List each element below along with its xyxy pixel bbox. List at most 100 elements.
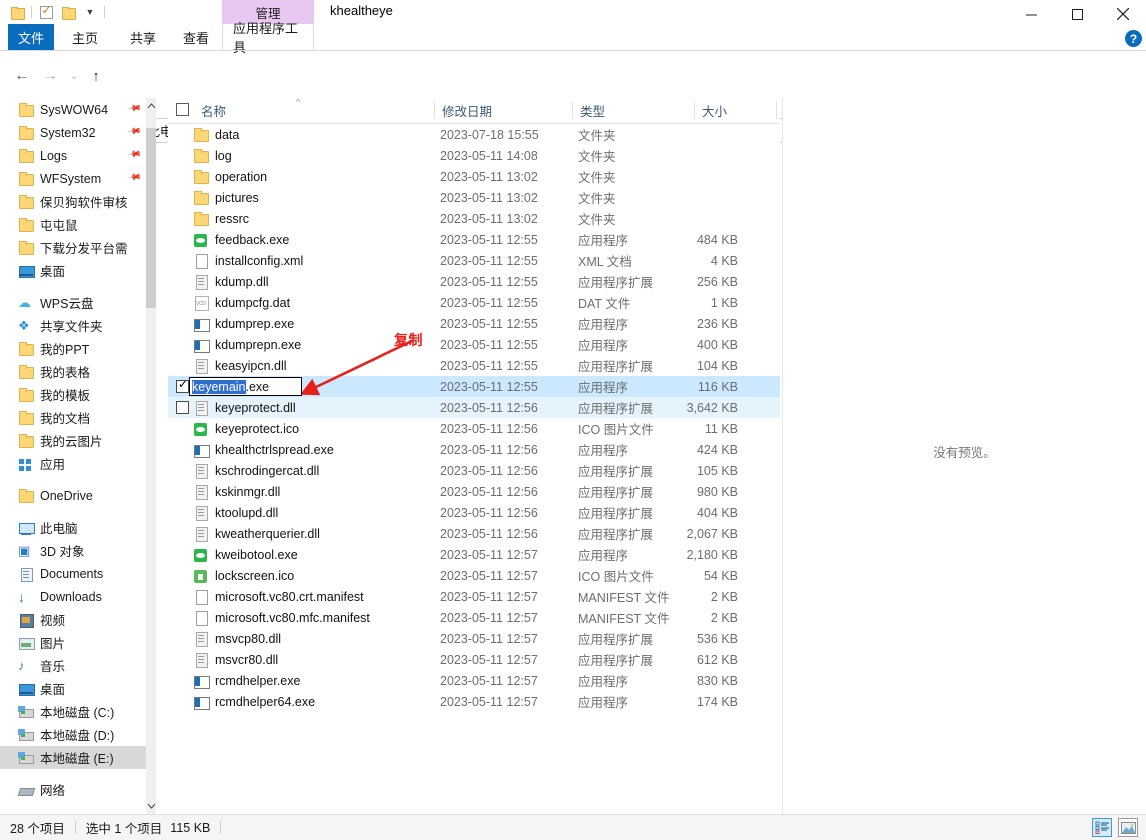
sidebar-item-SysWOW64[interactable]: SysWOW64 📌: [0, 98, 146, 121]
sidebar-scroll-thumb[interactable]: [146, 128, 156, 308]
table-row[interactable]: keyemain.exekeyemain.exe 2023-05-11 12:55…: [168, 376, 780, 397]
tab-home[interactable]: 主页: [62, 24, 108, 50]
column-name[interactable]: 名称: [201, 98, 226, 123]
rename-input[interactable]: keyemain .exe: [189, 377, 302, 396]
cell-name[interactable]: kskinmgr.dll: [193, 484, 280, 500]
row-checkbox[interactable]: [176, 377, 189, 393]
header-divider[interactable]: [694, 102, 695, 119]
cell-name[interactable]: operation: [193, 169, 267, 185]
sidebar-item-图片[interactable]: 图片: [0, 631, 146, 654]
sidebar-item-共享文件夹[interactable]: ❖ 共享文件夹: [0, 314, 146, 337]
cell-name[interactable]: rcmdhelper.exe: [193, 673, 300, 689]
sidebar-item-此电脑[interactable]: 此电脑: [0, 516, 146, 539]
table-row[interactable]: microsoft.vc80.crt.manifest 2023-05-11 12…: [168, 586, 780, 607]
cell-name[interactable]: ressrc: [193, 211, 249, 227]
table-row[interactable]: keyeprotect.dll 2023-05-11 12:56 应用程序扩展 3,6…: [168, 397, 780, 418]
cell-name[interactable]: kdumprepn.exe: [193, 337, 301, 353]
table-row[interactable]: rcmdhelper.exe 2023-05-11 12:57 应用程序 830 KB: [168, 670, 780, 691]
cell-name[interactable]: lockscreen.ico: [193, 568, 294, 584]
cell-name[interactable]: keyeprotect.dll: [193, 400, 296, 416]
table-row[interactable]: ressrc 2023-05-11 13:02 文件夹: [168, 208, 780, 229]
table-row[interactable]: data 2023-07-18 15:55 文件夹: [168, 124, 780, 145]
scroll-up-icon[interactable]: [146, 98, 156, 114]
qat-new-folder[interactable]: [57, 2, 79, 22]
cell-name[interactable]: microsoft.vc80.crt.manifest: [193, 589, 364, 605]
cell-name[interactable]: ktoolupd.dll: [193, 505, 278, 521]
table-row[interactable]: kdump.dll 2023-05-11 12:55 应用程序扩展 256 KB: [168, 271, 780, 292]
table-row[interactable]: msvcr80.dll 2023-05-11 12:57 应用程序扩展 612 KB: [168, 649, 780, 670]
select-all-checkbox[interactable]: [176, 103, 189, 116]
cell-name[interactable]: microsoft.vc80.mfc.manifest: [193, 610, 370, 626]
sidebar-item-桌面[interactable]: 桌面: [0, 259, 146, 282]
recent-locations-button[interactable]: ⌄: [62, 64, 86, 88]
details-view-button[interactable]: [1092, 818, 1112, 837]
sidebar-item-视频[interactable]: 视频: [0, 608, 146, 631]
scroll-down-icon[interactable]: [146, 798, 156, 814]
table-row[interactable]: khealthctrlspread.exe 2023-05-11 12:56 应用程…: [168, 439, 780, 460]
sidebar-item-应用[interactable]: 应用: [0, 452, 146, 475]
cell-name[interactable]: data: [193, 127, 239, 143]
sidebar-item-本地磁盘 (D:)[interactable]: 本地磁盘 (D:): [0, 723, 146, 746]
forward-button[interactable]: →: [38, 64, 62, 88]
sidebar-item-我的表格[interactable]: 我的表格: [0, 360, 146, 383]
sidebar-item-Documents[interactable]: Documents: [0, 562, 146, 585]
table-row[interactable]: kdumprep.exe 2023-05-11 12:55 应用程序 236 KB: [168, 313, 780, 334]
qat-customize[interactable]: ▼: [79, 2, 101, 22]
sidebar-item-WPS云盘[interactable]: ☁ WPS云盘: [0, 291, 146, 314]
cell-name[interactable]: log: [193, 148, 232, 164]
cell-name[interactable]: installconfig.xml: [193, 253, 303, 269]
table-row[interactable]: kweatherquerier.dll 2023-05-11 12:56 应用程序扩…: [168, 523, 780, 544]
table-row[interactable]: kweibotool.exe 2023-05-11 12:57 应用程序 2,180 …: [168, 544, 780, 565]
sidebar-item-桌面[interactable]: 桌面: [0, 677, 146, 700]
sidebar-item-我的云图片[interactable]: 我的云图片: [0, 429, 146, 452]
table-row[interactable]: keyeprotect.ico 2023-05-11 12:56 ICO 图片文件 1…: [168, 418, 780, 439]
cell-name[interactable]: kdump.dll: [193, 274, 269, 290]
cell-name[interactable]: rcmdhelper64.exe: [193, 694, 315, 710]
header-divider[interactable]: [776, 102, 777, 119]
table-row[interactable]: kschrodingercat.dll 2023-05-11 12:56 应用程序扩…: [168, 460, 780, 481]
sidebar-item-Downloads[interactable]: ↓ Downloads: [0, 585, 146, 608]
column-size[interactable]: 大小: [702, 98, 727, 123]
sidebar-item-Logs[interactable]: Logs 📌: [0, 144, 146, 167]
cell-name[interactable]: kdumpcfg.dat: [193, 295, 290, 311]
table-row[interactable]: microsoft.vc80.mfc.manifest 2023-05-11 12…: [168, 607, 780, 628]
cell-name[interactable]: msvcp80.dll: [193, 631, 281, 647]
sidebar-item-网络[interactable]: 网络: [0, 778, 146, 801]
column-date-modified[interactable]: 修改日期: [442, 98, 492, 123]
back-button[interactable]: ←: [10, 64, 34, 88]
tab-file[interactable]: 文件: [8, 24, 54, 50]
cell-name[interactable]: kweatherquerier.dll: [193, 526, 320, 542]
sidebar-item-我的模板[interactable]: 我的模板: [0, 383, 146, 406]
qat-properties[interactable]: [35, 2, 57, 22]
cell-name[interactable]: kschrodingercat.dll: [193, 463, 319, 479]
cell-name[interactable]: keasyipcn.dll: [193, 358, 287, 374]
cell-name[interactable]: feedback.exe: [193, 232, 289, 248]
sidebar-item-OneDrive[interactable]: OneDrive: [0, 484, 146, 507]
cell-name[interactable]: kweibotool.exe: [193, 547, 298, 563]
sidebar-item-保贝狗软件审核[interactable]: 保贝狗软件审核: [0, 190, 146, 213]
header-divider[interactable]: [572, 102, 573, 119]
help-button[interactable]: ?: [1125, 30, 1142, 47]
sidebar-item-我的文档[interactable]: 我的文档: [0, 406, 146, 429]
sidebar-item-我的PPT[interactable]: 我的PPT: [0, 337, 146, 360]
sidebar-item-下载分发平台需[interactable]: 下载分发平台需: [0, 236, 146, 259]
pin-icon[interactable]: 📌: [127, 147, 142, 163]
tab-share[interactable]: 共享: [120, 24, 166, 50]
table-row[interactable]: kskinmgr.dll 2023-05-11 12:56 应用程序扩展 980 KB: [168, 481, 780, 502]
table-row[interactable]: installconfig.xml 2023-05-11 12:55 XML 文档 4…: [168, 250, 780, 271]
sidebar-item-System32[interactable]: System32 📌: [0, 121, 146, 144]
cell-name[interactable]: keyeprotect.ico: [193, 421, 299, 437]
sidebar-item-3D 对象[interactable]: ▣ 3D 对象: [0, 539, 146, 562]
table-row[interactable]: operation 2023-05-11 13:02 文件夹: [168, 166, 780, 187]
table-row[interactable]: ktoolupd.dll 2023-05-11 12:56 应用程序扩展 404 KB: [168, 502, 780, 523]
sidebar-item-本地磁盘 (C:)[interactable]: 本地磁盘 (C:): [0, 700, 146, 723]
table-row[interactable]: keasyipcn.dll 2023-05-11 12:55 应用程序扩展 104 K…: [168, 355, 780, 376]
table-row[interactable]: rcmdhelper64.exe 2023-05-11 12:57 应用程序 174 …: [168, 691, 780, 712]
sidebar-item-屯屯鼠[interactable]: 屯屯鼠: [0, 213, 146, 236]
table-row[interactable]: pictures 2023-05-11 13:02 文件夹: [168, 187, 780, 208]
qat-folder[interactable]: [6, 2, 28, 22]
pin-icon[interactable]: 📌: [127, 101, 142, 117]
sidebar-item-WFSystem[interactable]: WFSystem 📌: [0, 167, 146, 190]
tab-application-tools[interactable]: 应用程序工具: [222, 21, 314, 55]
pin-icon[interactable]: 📌: [127, 170, 142, 186]
